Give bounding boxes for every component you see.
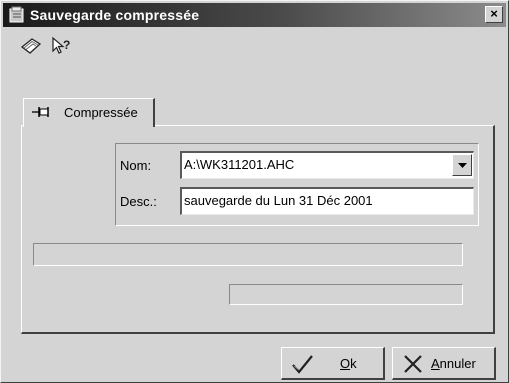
title-bar[interactable]: Sauvegarde compressée × [3, 3, 506, 27]
notebook-icon[interactable] [19, 35, 43, 57]
name-combobox[interactable]: A:\WK311201.AHC [180, 151, 474, 179]
pushpin-icon [31, 105, 53, 119]
cancel-button[interactable]: Annuler [392, 347, 496, 380]
name-value: A:\WK311201.AHC [184, 157, 295, 172]
archive-icon [9, 6, 25, 23]
tab-label: Compressée [64, 105, 138, 120]
desc-field[interactable]: sauvegarde du Lun 31 Déc 2001 [180, 187, 474, 215]
svg-text:?: ? [63, 38, 70, 52]
name-label: Nom: [120, 158, 152, 173]
ok-button[interactable]: Ok [281, 347, 385, 380]
dropdown-button[interactable] [452, 154, 472, 176]
close-button[interactable]: × [485, 6, 503, 23]
chevron-down-icon [458, 163, 467, 168]
tab-compressee[interactable]: Compressée [23, 98, 155, 127]
desc-label: Desc.: [120, 194, 157, 209]
progress-bar-main [33, 243, 463, 266]
progress-bar-secondary [229, 284, 463, 305]
help-pointer-icon[interactable]: ? [50, 35, 74, 57]
dialog-window: Sauvegarde compressée × ? Compressée Nom… [0, 0, 509, 383]
window-title: Sauvegarde compressée [30, 7, 200, 23]
cancel-label: Annuler [431, 356, 476, 371]
desc-value: sauvegarde du Lun 31 Déc 2001 [184, 193, 373, 208]
ok-label: Ok [340, 356, 357, 371]
cross-icon [404, 355, 422, 373]
checkmark-icon [292, 355, 313, 374]
